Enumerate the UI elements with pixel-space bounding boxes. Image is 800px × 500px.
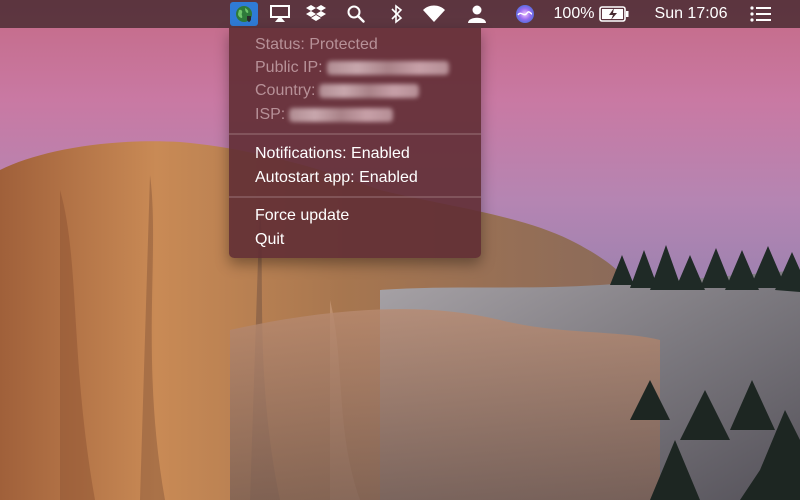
force-update-item[interactable]: Force update	[255, 206, 349, 226]
bluetooth-icon	[391, 4, 403, 24]
autostart-label: Autostart app: Enabled	[255, 169, 418, 186]
notification-center-item[interactable]	[748, 0, 774, 28]
dropbox-menu-item[interactable]	[304, 0, 328, 28]
globe-shield-icon	[236, 6, 252, 22]
notifications-toggle-item[interactable]: Notifications: Enabled	[255, 144, 410, 164]
clock-label: Sun 17:06	[654, 5, 728, 22]
vpn-dropdown-menu: Status: Protected Public IP: Country: IS…	[229, 28, 481, 258]
autostart-toggle-item[interactable]: Autostart app: Enabled	[255, 168, 418, 188]
battery-charging-icon	[599, 6, 629, 22]
isp-item: ISP:	[255, 105, 394, 125]
country-item: Country:	[255, 81, 420, 101]
status-text: Status: Protected	[255, 36, 378, 53]
quit-item[interactable]: Quit	[255, 230, 284, 250]
airplay-icon	[270, 5, 290, 22]
isp-redacted	[289, 107, 394, 122]
bluetooth-menu-item[interactable]	[387, 0, 407, 28]
public-ip-redacted	[326, 60, 449, 75]
menu-bar: 100% Sun 17:06	[0, 0, 800, 28]
wifi-icon	[423, 5, 445, 22]
isp-label: ISP:	[255, 106, 286, 123]
menu-separator	[229, 196, 481, 198]
public-ip-item: Public IP:	[255, 58, 449, 78]
clock-menu-item[interactable]: Sun 17:06	[646, 0, 736, 28]
siri-menu-item[interactable]	[513, 0, 537, 28]
dropbox-icon	[306, 5, 326, 21]
vpn-status-item[interactable]	[230, 2, 258, 26]
search-icon	[347, 5, 365, 23]
country-label: Country:	[255, 82, 316, 99]
user-icon	[468, 5, 486, 23]
notifications-label: Notifications: Enabled	[255, 145, 410, 162]
battery-menu-item[interactable]	[598, 0, 630, 28]
battery-percent: 100%	[552, 0, 596, 28]
wifi-menu-item[interactable]	[420, 0, 448, 28]
airplay-menu-item[interactable]	[268, 0, 292, 28]
menu-separator	[229, 133, 481, 135]
status-item: Status: Protected	[255, 35, 378, 55]
country-redacted	[319, 83, 420, 98]
spotlight-menu-item[interactable]	[344, 0, 368, 28]
force-update-label: Force update	[255, 207, 350, 224]
public-ip-label: Public IP:	[255, 59, 323, 76]
siri-icon	[516, 5, 534, 23]
user-menu-item[interactable]	[466, 0, 488, 28]
battery-percent-label: 100%	[553, 5, 595, 22]
quit-label: Quit	[255, 231, 285, 248]
list-icon	[750, 6, 771, 22]
